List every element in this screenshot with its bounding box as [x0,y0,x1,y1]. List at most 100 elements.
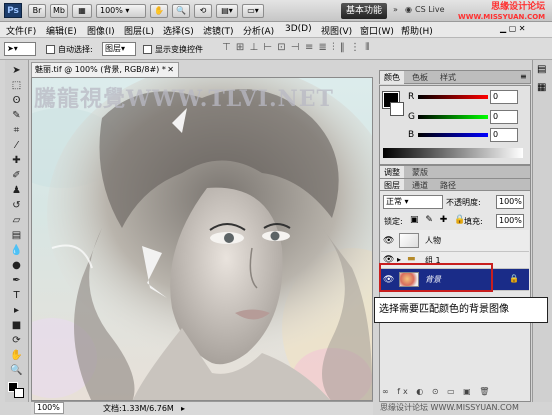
healing-brush-tool-icon[interactable]: ✚ [8,154,25,167]
rotate-view-button[interactable]: ⟲ [194,4,212,18]
eyedropper-tool-icon[interactable]: ⁄ [8,139,25,152]
r-label: R [408,92,415,102]
auto-select-checkbox[interactable] [46,45,55,54]
path-select-tool-icon[interactable]: ▸ [8,304,25,317]
menu-window[interactable]: 窗口(W) [360,24,394,37]
panel-menu-icon[interactable]: ≡ [520,72,527,81]
color-panel-tabs: 颜色 色板 样式 ≡ [379,70,531,84]
3d-rotate-tool-icon[interactable]: ⟳ [8,334,25,347]
eye-icon[interactable]: 👁 [383,236,394,246]
bg-color-chip[interactable] [390,102,404,116]
lasso-tool-icon[interactable]: ʘ [8,94,25,107]
arrange-documents-button[interactable]: ▤▾ [216,4,238,18]
status-bar: 100% 文档:1.33M/6.76M ▸ [31,401,373,415]
background-color-swatch[interactable] [14,388,24,398]
window-controls[interactable]: ▁ ▢ ✕ [500,24,526,33]
layer-row[interactable]: 👁 人物 [381,230,529,252]
menu-edit[interactable]: 编辑(E) [46,24,77,37]
menu-select[interactable]: 选择(S) [163,24,194,37]
document-tab-title: 魅丽.tif @ 100% (背景, RGB/8#) * [35,65,166,74]
document-canvas[interactable]: 騰龍視覺WWW.TLVI.NET [31,77,373,401]
lock-buttons[interactable]: ▣ ✎ ✚ 🔒 [410,215,467,225]
fill-field[interactable]: 100% [496,214,524,228]
g-slider[interactable] [418,115,488,119]
cs-live-icon: ◉ [405,5,412,14]
r-value-field[interactable]: 0 [490,90,518,104]
opacity-label: 不透明度: [446,198,481,207]
tool-preset-picker[interactable]: ➤▾ [4,42,36,56]
opacity-field[interactable]: 100% [496,195,524,209]
zoom-select[interactable]: 100% ▾ [96,4,146,18]
hand-tool-icon[interactable]: ✋ [8,349,25,362]
lock-icon: 🔒 [509,274,519,283]
shape-tool-icon[interactable]: ■ [8,319,25,332]
highlight-box [379,263,493,292]
zoom-tool-icon[interactable]: 🔍 [8,364,25,377]
status-menu-arrow-icon[interactable]: ▸ [181,402,185,415]
b-value-field[interactable]: 0 [490,128,518,142]
crop-tool-icon[interactable]: ⌗ [8,124,25,137]
close-document-icon[interactable]: ✕ [167,63,174,77]
distribute-buttons[interactable]: ≡ ≣ ⫶ ‖ ⋮ ⦀ [305,42,371,53]
menu-filter[interactable]: 滤镜(T) [203,24,234,37]
tab-color[interactable]: 颜色 [380,71,404,84]
clone-stamp-tool-icon[interactable]: ♟ [8,184,25,197]
align-buttons[interactable]: ⊤ ⊞ ⊥ ⊢ ⊡ ⊣ [222,42,301,53]
layers-footer-buttons[interactable]: ∞ fx ◐ ⊙ ▭ ▣ 🗑 [382,387,492,396]
bottom-watermark: 思缘设计论坛 WWW.MISSYUAN.COM [380,403,519,412]
auto-select-label: 自动选择: [58,45,93,54]
menu-analysis[interactable]: 分析(A) [243,24,274,37]
screen-mode-button[interactable]: ▭▾ [242,4,264,18]
g-label: G [408,112,415,122]
status-zoom-field[interactable]: 100% [34,402,64,414]
guides-button[interactable]: ▦ [72,4,92,18]
hand-tool-button[interactable]: ✋ [150,4,168,18]
brush-tool-icon[interactable]: ✐ [8,169,25,182]
watermark-line1: 思缘设计论坛 [491,2,546,12]
type-tool-icon[interactable]: T [8,289,25,302]
menu-bar: 文件(F) 编辑(E) 图像(I) 图层(L) 选择(S) 滤镜(T) 分析(A… [0,22,552,38]
r-slider[interactable] [418,95,488,99]
menu-3d[interactable]: 3D(D) [285,24,312,34]
blend-mode-value: 正常 [386,197,402,206]
g-value-field[interactable]: 0 [490,110,518,124]
document-tab[interactable]: 魅丽.tif @ 100% (背景, RGB/8#) * ✕ [31,62,179,77]
bridge-button[interactable]: Br [28,4,46,18]
menu-help[interactable]: 帮助(H) [401,24,433,37]
panel-icon[interactable]: ▤ [537,64,546,75]
workspace-button[interactable]: 基本功能 [341,3,387,19]
blur-tool-icon[interactable]: 💧 [8,244,25,257]
b-slider[interactable] [418,133,488,137]
cs-live-link[interactable]: CS Live [415,5,445,14]
collapsed-panel-strip: ▤ ▦ [532,60,552,402]
eraser-tool-icon[interactable]: ▱ [8,214,25,227]
menu-file[interactable]: 文件(F) [6,24,36,37]
move-tool-icon[interactable]: ➤ [8,64,25,77]
marquee-tool-icon[interactable]: ⬚ [8,79,25,92]
color-ramp[interactable] [383,148,523,158]
panel-icon[interactable]: ▦ [537,82,546,93]
dodge-tool-icon[interactable]: ● [8,259,25,272]
lock-label: 锁定: [384,217,403,226]
history-brush-tool-icon[interactable]: ↺ [8,199,25,212]
blend-mode-dropdown[interactable]: 正常 ▾ [383,195,443,209]
minibridge-button[interactable]: Mb [50,4,68,18]
show-transform-checkbox[interactable] [143,45,152,54]
show-transform-label: 显示变换控件 [155,45,203,54]
layer-name: 人物 [425,236,441,245]
gradient-tool-icon[interactable]: ▤ [8,229,25,242]
menu-image[interactable]: 图像(I) [87,24,115,37]
auto-select-dropdown[interactable]: 图层▾ [102,42,136,56]
tab-swatches[interactable]: 色板 [408,71,432,84]
portrait-image [32,78,372,400]
menu-view[interactable]: 视图(V) [321,24,352,37]
quick-select-tool-icon[interactable]: ✎ [8,109,25,122]
photoshop-logo: Ps [4,3,22,18]
pen-tool-icon[interactable]: ✒ [8,274,25,287]
canvas-watermark: 騰龍視覺WWW.TLVI.NET [34,86,334,112]
workspace-menu-icon[interactable]: » [393,5,398,14]
tab-styles[interactable]: 样式 [436,71,460,84]
menu-layer[interactable]: 图层(L) [124,24,154,37]
zoom-tool-button[interactable]: 🔍 [172,4,190,18]
top-watermark: 思缘设计论坛 WWW.MISSYUAN.COM [458,2,545,22]
